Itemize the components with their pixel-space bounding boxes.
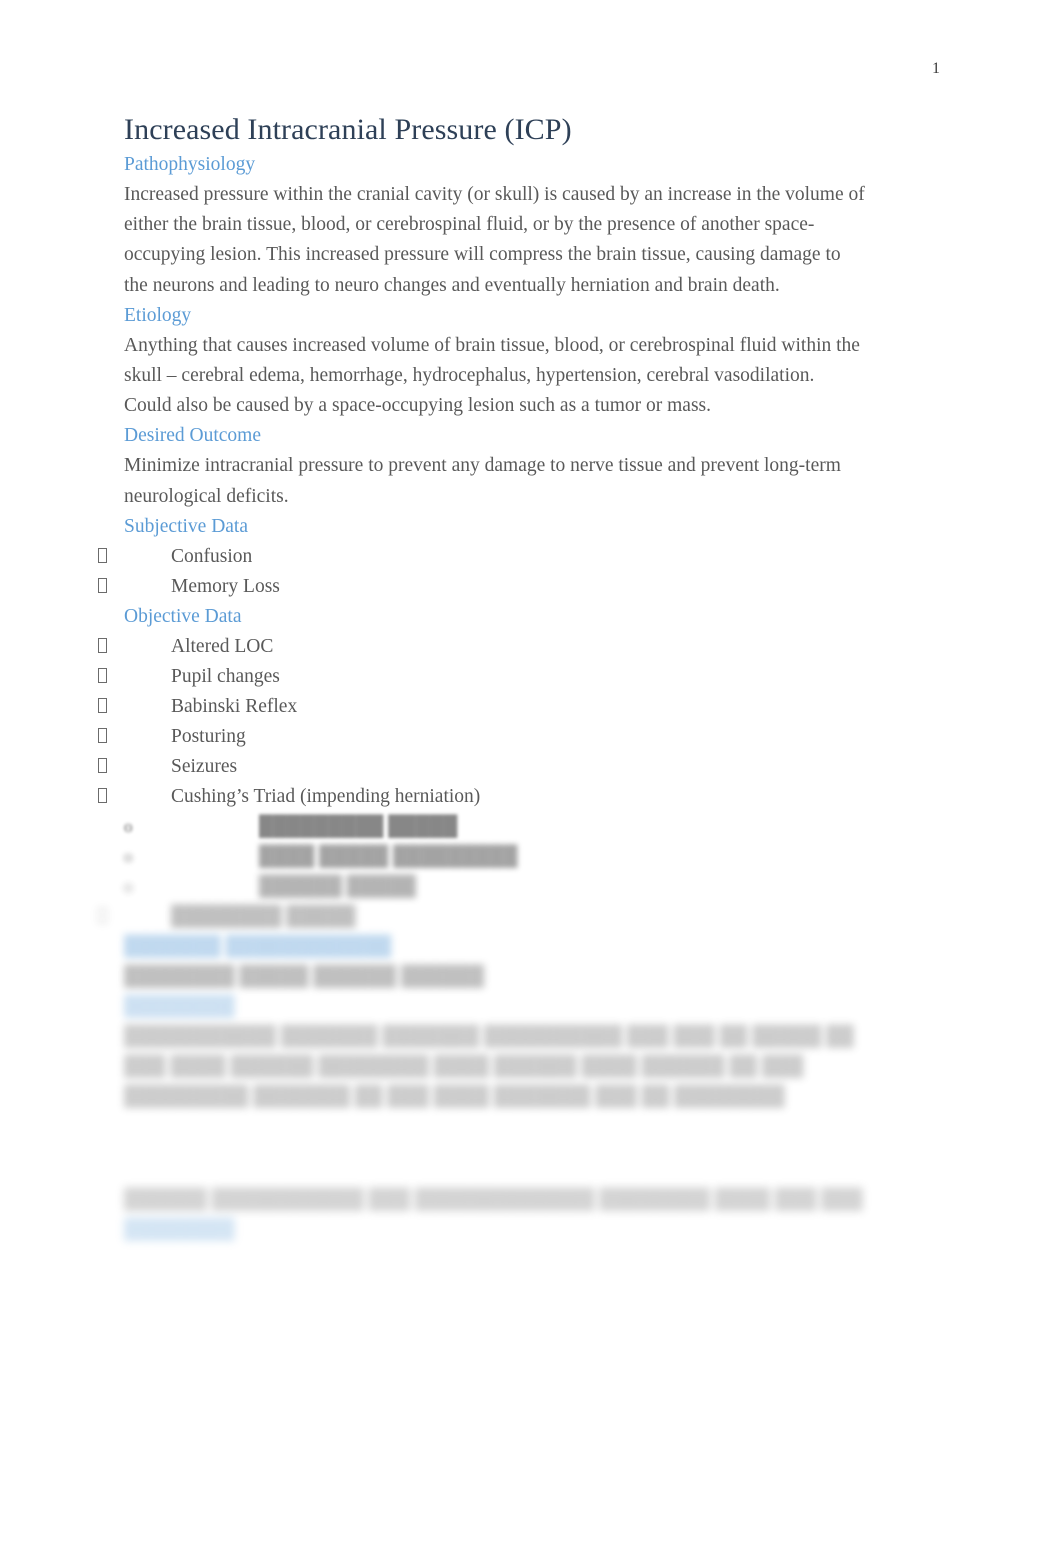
list-item: Confusion: [98, 542, 866, 572]
list-item-label: Babinski Reflex: [171, 695, 298, 717]
page-title: Increased Intracranial Pressure (ICP): [124, 113, 572, 146]
list-item: Posturing: [98, 722, 866, 752]
document-content: Increased Intracranial Pressure (ICP) Pa…: [98, 112, 866, 1245]
body-etiology: Anything that causes increased volume of…: [124, 334, 860, 417]
list-item: Babinski Reflex: [98, 692, 866, 722]
list-item-label: Cushing’s Triad (impending herniation): [171, 785, 481, 807]
bullet-box-icon: [98, 727, 107, 743]
sub-list-item: o ████ █████ █████████: [124, 842, 866, 872]
sub-list-item: o ██████ █████: [124, 872, 866, 902]
heading-objective-data: Objective Data: [124, 605, 242, 627]
bullet-box-icon: [98, 547, 107, 563]
sub-bullet-o-icon: o: [124, 846, 133, 866]
heading-obscured-three: ████████: [124, 1218, 235, 1240]
bullet-box-icon: [98, 787, 107, 803]
body-obscured-one: ████████ █████ ██████ ██████: [124, 965, 485, 987]
list-item: Pupil changes: [98, 662, 866, 692]
body-pathophysiology: Increased pressure within the cranial ca…: [124, 184, 865, 296]
body-obscured-two: ███████████ ███████ ███████ ██████████ █…: [124, 1026, 854, 1108]
bullet-box-icon: [98, 667, 107, 683]
bullet-box-icon: [98, 757, 107, 773]
heading-pathophysiology: Pathophysiology: [124, 154, 256, 175]
list-item-label: Pupil changes: [171, 665, 280, 687]
document-page: 1 Increased Intracranial Pressure (ICP) …: [0, 0, 1062, 1556]
sub-list-item-label: ████ █████ █████████: [259, 845, 518, 867]
list-objective-data: Altered LOC Pupil changes Babinski Refle…: [98, 632, 866, 932]
sub-list-item-label: █████████ █████: [259, 815, 458, 837]
list-item-label: Altered LOC: [171, 635, 274, 657]
heading-etiology: Etiology: [124, 304, 192, 326]
list-item: Altered LOC: [98, 632, 866, 662]
bullet-box-icon: [98, 697, 107, 713]
heading-obscured-two: ████████: [124, 996, 235, 1018]
bullet-box-icon: [98, 907, 107, 923]
sub-bullet-o-icon: o: [124, 876, 133, 896]
heading-desired-outcome: Desired Outcome: [124, 425, 261, 447]
page-number: 1: [932, 60, 940, 77]
list-item: ████████ █████: [98, 902, 866, 932]
sub-bullet-o-icon: o: [124, 816, 133, 836]
body-obscured-three: ██████ ███████████ ███ █████████████ ███…: [124, 1188, 863, 1210]
list-item: Seizures: [98, 752, 866, 782]
heading-subjective-data: Subjective Data: [124, 515, 248, 537]
list-item-label: Memory Loss: [171, 575, 280, 597]
list-item: Memory Loss: [98, 572, 866, 602]
list-item-label: Seizures: [171, 755, 238, 777]
list-item: Cushing’s Triad (impending herniation): [98, 782, 866, 812]
heading-obscured-one: ███████ ████████████: [124, 935, 392, 957]
list-item-label: Confusion: [171, 545, 253, 567]
sub-list-item-label: ██████ █████: [259, 875, 416, 897]
sub-list-item: o █████████ █████: [124, 812, 866, 842]
bullet-box-icon: [98, 637, 107, 653]
bullet-box-icon: [98, 577, 107, 593]
list-item-label: Posturing: [171, 725, 246, 747]
body-desired-outcome: Minimize intracranial pressure to preven…: [124, 455, 841, 507]
list-subjective-data: Confusion Memory Loss: [98, 542, 866, 602]
list-item-label: ████████ █████: [171, 905, 356, 927]
